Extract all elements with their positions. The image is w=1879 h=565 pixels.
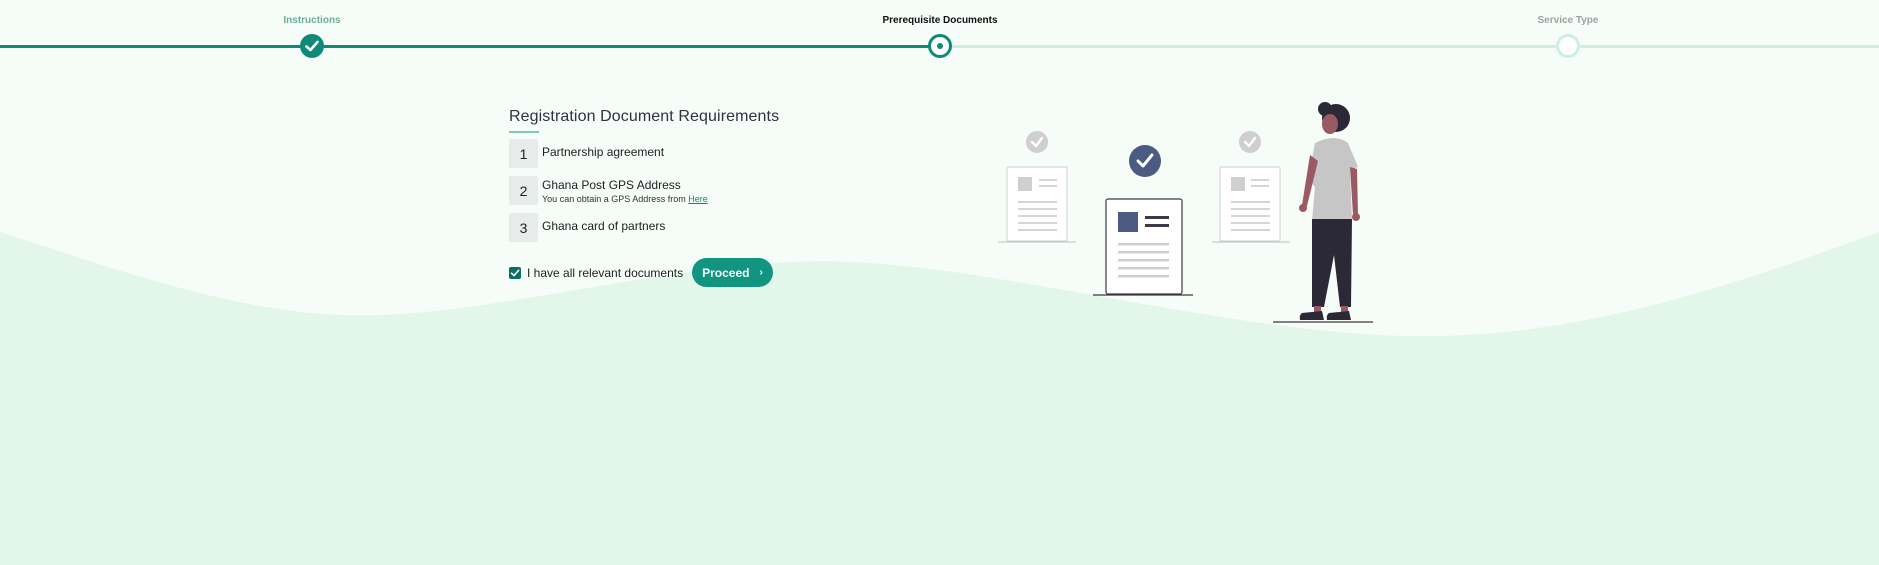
person-figure <box>1273 102 1373 323</box>
step-node-prerequisite-documents[interactable] <box>928 34 952 58</box>
requirements-panel: Registration Document Requirements 1 Par… <box>509 108 829 287</box>
step-node-instructions[interactable] <box>300 34 324 58</box>
documents-checkbox[interactable] <box>509 266 521 279</box>
stepper-track-complete <box>0 45 940 48</box>
requirement-note: You can obtain a GPS Address from Here <box>542 194 708 204</box>
background-wave <box>0 232 1879 565</box>
step-label-instructions[interactable]: Instructions <box>283 15 340 26</box>
proceed-button[interactable]: Proceed › <box>692 258 773 287</box>
requirement-item: 2 Ghana Post GPS Address You can obtain … <box>509 176 829 205</box>
requirement-number: 1 <box>509 139 538 168</box>
chevron-right-icon: › <box>759 267 763 278</box>
documents-illustration <box>998 102 1373 323</box>
requirement-text-block: Ghana Post GPS Address You can obtain a … <box>542 176 708 204</box>
requirement-label: Partnership agreement <box>542 145 665 159</box>
stepper-track-remaining <box>940 45 1879 48</box>
gps-note-text: You can obtain a GPS Address from <box>542 194 686 204</box>
current-dot-icon <box>937 43 943 49</box>
proceed-button-label: Proceed <box>702 265 750 280</box>
title-underline <box>509 131 539 133</box>
document-center-icon <box>1093 145 1193 296</box>
requirement-number: 3 <box>509 213 538 242</box>
check-icon <box>305 40 319 52</box>
requirement-label: Ghana Post GPS Address <box>542 178 681 192</box>
confirm-row: I have all relevant documents Proceed › <box>509 258 829 287</box>
requirement-item: 1 Partnership agreement <box>509 139 829 168</box>
document-right-icon <box>1212 131 1290 243</box>
documents-checkbox-label[interactable]: I have all relevant documents <box>527 266 683 280</box>
checkmark-icon <box>510 269 520 276</box>
step-node-service-type[interactable] <box>1556 34 1580 58</box>
step-label-service-type[interactable]: Service Type <box>1538 15 1599 26</box>
step-label-prerequisite-documents[interactable]: Prerequisite Documents <box>882 15 997 26</box>
progress-stepper: Instructions Prerequisite Documents Serv… <box>0 0 1879 60</box>
requirements-title: Registration Document Requirements <box>509 108 780 125</box>
requirement-number: 2 <box>509 176 538 205</box>
requirement-item: 3 Ghana card of partners <box>509 213 829 242</box>
requirement-label: Ghana card of partners <box>542 219 666 233</box>
gps-address-link[interactable]: Here <box>688 194 708 204</box>
document-left-icon <box>998 131 1076 243</box>
